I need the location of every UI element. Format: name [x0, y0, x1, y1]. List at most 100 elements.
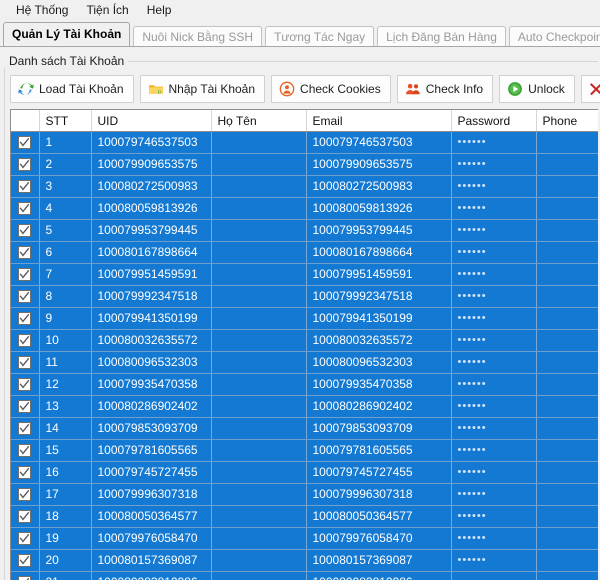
table-row[interactable]: 9 100079941350199 100079941350199 •••••• — [11, 307, 598, 330]
cell-password: •••••• — [451, 131, 537, 154]
checkbox-checked-icon[interactable] — [18, 158, 32, 172]
toolbar-button-3[interactable]: Check Info — [396, 75, 494, 103]
column-header-email[interactable]: Email — [306, 110, 452, 132]
checkbox-checked-icon[interactable] — [18, 466, 32, 480]
table-row[interactable]: 17 100079996307318 100079996307318 •••••• — [11, 483, 598, 506]
cell-password: •••••• — [451, 219, 537, 242]
checkbox-checked-icon[interactable] — [18, 444, 32, 458]
toolbar-button-2[interactable]: Check Cookies — [271, 75, 391, 103]
row-checkbox[interactable] — [11, 263, 40, 286]
table-row[interactable]: 1 100079746537503 100079746537503 •••••• — [11, 131, 598, 154]
checkbox-checked-icon[interactable] — [18, 268, 32, 282]
column-header-password[interactable]: Password — [451, 110, 537, 132]
accounts-grid[interactable]: STT UID Họ Tên Email Password Phone 1 10007974… — [10, 109, 598, 580]
row-checkbox[interactable] — [11, 417, 40, 440]
menu-bar: Hệ Thống Tiện Ích Help — [0, 0, 600, 21]
tab-2[interactable]: Tương Tác Ngay — [265, 26, 375, 47]
row-checkbox[interactable] — [11, 549, 40, 572]
table-row[interactable]: 7 100079951459591 100079951459591 •••••• — [11, 263, 598, 286]
row-checkbox[interactable] — [11, 153, 40, 176]
row-checkbox[interactable] — [11, 505, 40, 528]
row-checkbox[interactable] — [11, 329, 40, 352]
cell-phone — [536, 527, 598, 550]
row-checkbox[interactable] — [11, 571, 40, 580]
checkbox-checked-icon[interactable] — [18, 576, 32, 580]
checkbox-checked-icon[interactable] — [18, 136, 32, 150]
column-header-phone[interactable]: Phone — [536, 110, 598, 132]
toolbar-button-1[interactable]: Nhập Tài Khoản — [139, 75, 266, 103]
table-row[interactable]: 11 100080096532303 100080096532303 •••••• — [11, 351, 598, 374]
table-row[interactable]: 14 100079853093709 100079853093709 •••••• — [11, 417, 598, 440]
cell-name — [211, 373, 307, 396]
row-checkbox[interactable] — [11, 527, 40, 550]
cell-phone — [536, 417, 598, 440]
tab-1[interactable]: Nuôi Nick Bằng SSH — [133, 26, 263, 47]
menu-he-thong[interactable]: Hệ Thống — [7, 1, 77, 20]
application-window: Hệ Thống Tiện Ích Help Quản Lý Tài Khoản Nu… — [0, 0, 600, 580]
table-row[interactable]: 6 100080167898664 100080167898664 •••••• — [11, 241, 598, 264]
row-checkbox[interactable] — [11, 461, 40, 484]
table-row[interactable]: 21100080083812986100080083812986•••••• — [11, 571, 598, 580]
table-row[interactable]: 16 100079745727455 100079745727455 •••••• — [11, 461, 598, 484]
checkbox-checked-icon[interactable] — [18, 488, 32, 502]
table-row[interactable]: 13 100080286902402 100080286902402 •••••• — [11, 395, 598, 418]
row-checkbox[interactable] — [11, 395, 40, 418]
cell-uid: 100079909653575 — [91, 153, 212, 176]
tab-3[interactable]: Lịch Đăng Bán Hàng — [377, 26, 506, 47]
checkbox-checked-icon[interactable] — [18, 202, 32, 216]
row-checkbox[interactable] — [11, 483, 40, 506]
checkbox-checked-icon[interactable] — [18, 554, 32, 568]
column-header-chk[interactable] — [11, 110, 40, 132]
table-row[interactable]: 15 100079781605565 100079781605565 •••••• — [11, 439, 598, 462]
row-checkbox[interactable] — [11, 307, 40, 330]
row-checkbox[interactable] — [11, 351, 40, 374]
menu-help[interactable]: Help — [138, 1, 181, 20]
checkbox-checked-icon[interactable] — [18, 312, 32, 326]
table-row[interactable]: 12 100079935470358 100079935470358 •••••• — [11, 373, 598, 396]
row-checkbox[interactable] — [11, 241, 40, 264]
checkbox-checked-icon[interactable] — [18, 400, 32, 414]
checkbox-checked-icon[interactable] — [18, 378, 32, 392]
column-header-name[interactable]: Họ Tên — [211, 110, 307, 132]
cell-stt: 6 — [39, 241, 92, 264]
column-header-stt[interactable]: STT — [39, 110, 92, 132]
checkbox-checked-icon[interactable] — [18, 510, 32, 524]
cell-uid: 100080167898664 — [91, 241, 212, 264]
checkbox-checked-icon[interactable] — [18, 334, 32, 348]
cell-name — [211, 153, 307, 176]
tab-4[interactable]: Auto Checkpoint — [508, 26, 600, 47]
table-row[interactable]: 2 100079909653575 100079909653575 •••••• — [11, 153, 598, 176]
checkbox-checked-icon[interactable] — [18, 290, 32, 304]
table-row[interactable]: 10 100080032635572 100080032635572 •••••• — [11, 329, 598, 352]
table-row[interactable]: 4 100080059813926 100080059813926 •••••• — [11, 197, 598, 220]
row-checkbox[interactable] — [11, 373, 40, 396]
table-row[interactable]: 3 100080272500983 100080272500983 •••••• — [11, 175, 598, 198]
row-checkbox[interactable] — [11, 131, 40, 154]
toolbar-button-4[interactable]: Unlock — [499, 75, 575, 103]
cell-name — [211, 395, 307, 418]
row-checkbox[interactable] — [11, 197, 40, 220]
row-checkbox[interactable] — [11, 285, 40, 308]
menu-tien-ich[interactable]: Tiện Ích — [77, 1, 137, 20]
cell-name — [211, 549, 307, 572]
row-checkbox[interactable] — [11, 175, 40, 198]
checkbox-checked-icon[interactable] — [18, 532, 32, 546]
table-row[interactable]: 20 100080157369087 100080157369087 •••••• — [11, 549, 598, 572]
checkbox-checked-icon[interactable] — [18, 180, 32, 194]
checkbox-checked-icon[interactable] — [18, 246, 32, 260]
checkbox-checked-icon[interactable] — [18, 422, 32, 436]
toolbar-button-0[interactable]: Load Tài Khoản — [10, 75, 134, 103]
cell-password: •••••• — [451, 461, 537, 484]
checkbox-checked-icon[interactable] — [18, 356, 32, 370]
column-header-uid[interactable]: UID — [91, 110, 212, 132]
cell-stt: 8 — [39, 285, 92, 308]
tab-0[interactable]: Quản Lý Tài Khoản — [3, 22, 131, 46]
row-checkbox[interactable] — [11, 439, 40, 462]
toolbar-button-5[interactable]: Xóa T — [580, 75, 600, 103]
checkbox-checked-icon[interactable] — [18, 224, 32, 238]
table-row[interactable]: 18 100080050364577 100080050364577 •••••• — [11, 505, 598, 528]
table-row[interactable]: 8 100079992347518 100079992347518 •••••• — [11, 285, 598, 308]
table-row[interactable]: 5 100079953799445 100079953799445 •••••• — [11, 219, 598, 242]
row-checkbox[interactable] — [11, 219, 40, 242]
table-row[interactable]: 19 100079976058470 100079976058470 •••••• — [11, 527, 598, 550]
